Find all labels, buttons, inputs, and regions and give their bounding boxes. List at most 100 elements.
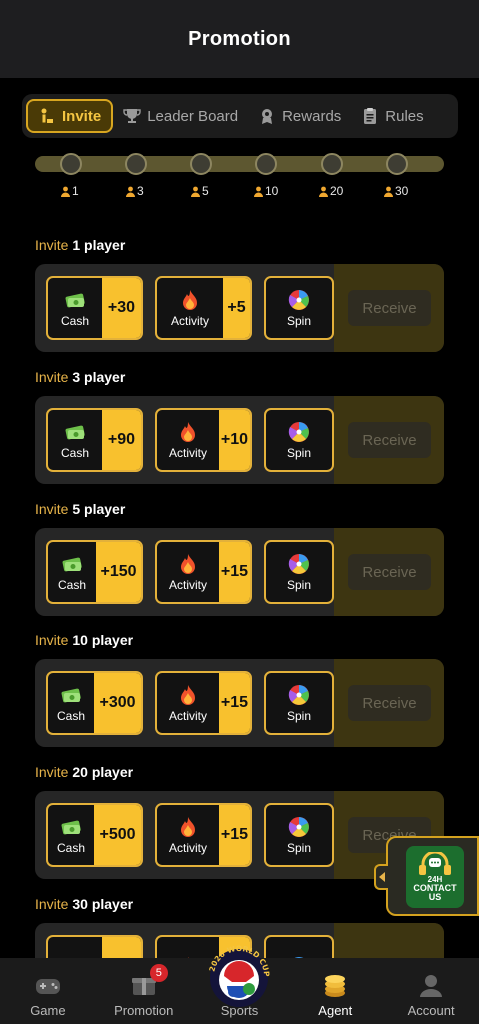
activity-amount: +15	[219, 542, 250, 602]
section-title: Invite 1 player	[35, 237, 126, 253]
fire-icon	[181, 816, 195, 837]
tab-label: Invite	[62, 107, 102, 125]
contact-us-badge[interactable]: 24H CONTACT US	[406, 846, 464, 908]
nav-account[interactable]: Account	[383, 958, 479, 1024]
activity-reward: Activity +10	[155, 408, 252, 472]
person-icon	[319, 186, 328, 197]
tab-leader-board[interactable]: Leader Board	[113, 99, 248, 133]
fire-icon	[181, 421, 195, 442]
header-bar: Promotion	[0, 0, 479, 78]
receive-button[interactable]: Receive	[348, 422, 431, 458]
activity-reward: Activity +5	[155, 276, 252, 340]
activity-amount: +10	[219, 410, 250, 470]
headset-icon	[419, 852, 451, 875]
section-title: Invite 3 player	[35, 369, 126, 385]
milestone-label: 1	[60, 184, 79, 198]
rewards-icon	[262, 109, 273, 124]
cash-reward: Cash +30	[46, 276, 143, 340]
tab-label: Rules	[385, 107, 424, 125]
cash-icon	[65, 293, 85, 307]
spin-reward: Spin	[264, 408, 334, 472]
reward-card: Cash +150 Activity +15 Spin Receive	[35, 528, 444, 616]
cash-icon	[61, 820, 81, 834]
cash-amount: +150	[96, 542, 141, 602]
activity-amount: +15	[219, 805, 250, 865]
receive-button[interactable]: Receive	[348, 685, 431, 721]
cash-reward: Cash +90	[46, 408, 143, 472]
section-title: Invite 5 player	[35, 501, 126, 517]
receive-button[interactable]: Receive	[348, 290, 431, 326]
milestone-node	[125, 153, 147, 175]
activity-reward: Activity +15	[155, 803, 252, 867]
spin-wheel-icon	[288, 289, 309, 310]
cash-reward: Cash +300	[46, 671, 143, 735]
spin-wheel-icon	[288, 816, 309, 837]
tab-rules[interactable]: Rules	[351, 99, 433, 133]
reward-card: Cash +30 Activity +5 Spin Receive	[35, 264, 444, 352]
spin-wheel-icon	[288, 553, 309, 574]
section-title: Invite 20 player	[35, 764, 134, 780]
tab-bar: Invite Leader Board Rewards Rules	[22, 94, 458, 138]
cash-reward: Cash +150	[46, 540, 143, 604]
section-title: Invite 30 player	[35, 896, 134, 912]
contact-us-label: US	[428, 892, 442, 902]
cash-amount: +300	[94, 673, 141, 733]
chevron-left-icon[interactable]	[374, 864, 388, 890]
contact-us-widget[interactable]: 24H CONTACT US	[374, 836, 479, 916]
cash-amount: +500	[94, 805, 141, 865]
person-icon	[254, 186, 263, 197]
milestone-node	[386, 153, 408, 175]
milestone-label: 30	[383, 184, 408, 198]
spin-wheel-icon	[288, 684, 309, 705]
cash-reward: Cash +500	[46, 803, 143, 867]
nav-game[interactable]: Game	[0, 958, 96, 1024]
milestone-node	[60, 153, 82, 175]
world-cup-logo[interactable]: 2026 WORLD CUP	[197, 940, 281, 1008]
activity-amount: +5	[223, 278, 250, 338]
fire-icon	[183, 289, 197, 310]
activity-reward: Activity +15	[155, 540, 252, 604]
tab-invite[interactable]: Invite	[26, 99, 114, 133]
milestone-label: 10	[253, 184, 278, 198]
tab-label: Rewards	[282, 107, 342, 125]
activity-amount: +15	[219, 673, 250, 733]
spin-wheel-icon	[288, 421, 309, 442]
person-icon	[384, 186, 393, 197]
page-title: Promotion	[188, 27, 291, 50]
spin-reward: Spin	[264, 803, 334, 867]
tab-label: Leader Board	[147, 107, 239, 125]
milestone-label: 3	[125, 184, 144, 198]
nav-promotion[interactable]: 5 Promotion	[96, 958, 192, 1024]
account-icon	[420, 975, 443, 997]
cash-icon	[65, 425, 85, 439]
cash-icon	[62, 557, 82, 571]
spin-reward: Spin	[264, 276, 334, 340]
section-title: Invite 10 player	[35, 632, 134, 648]
cash-amount: +90	[102, 410, 141, 470]
spin-reward: Spin	[264, 540, 334, 604]
notification-badge: 5	[149, 964, 168, 982]
spin-reward: Spin	[264, 671, 334, 735]
fire-icon	[181, 553, 195, 574]
cash-amount: +30	[102, 278, 141, 338]
milestone-label: 5	[190, 184, 209, 198]
agent-coins-icon	[325, 975, 346, 997]
tab-rewards[interactable]: Rewards	[248, 99, 351, 133]
fire-icon	[181, 684, 195, 705]
reward-card: Cash +300 Activity +15 Spin Receive	[35, 659, 444, 747]
milestone-node	[190, 153, 212, 175]
milestone-label: 20	[318, 184, 343, 198]
nav-agent[interactable]: Agent	[287, 958, 383, 1024]
invite-icon	[41, 108, 53, 123]
receive-button[interactable]: Receive	[348, 554, 431, 590]
trophy-icon	[123, 109, 141, 123]
gamepad-icon	[35, 979, 60, 994]
invite-progress-bar: 1 3 5 10 20 30	[35, 153, 444, 198]
cash-icon	[61, 688, 81, 702]
milestone-node	[321, 153, 343, 175]
activity-reward: Activity +15	[155, 671, 252, 735]
person-icon	[191, 186, 200, 197]
person-icon	[61, 186, 70, 197]
person-icon	[126, 186, 135, 197]
milestone-node	[255, 153, 277, 175]
